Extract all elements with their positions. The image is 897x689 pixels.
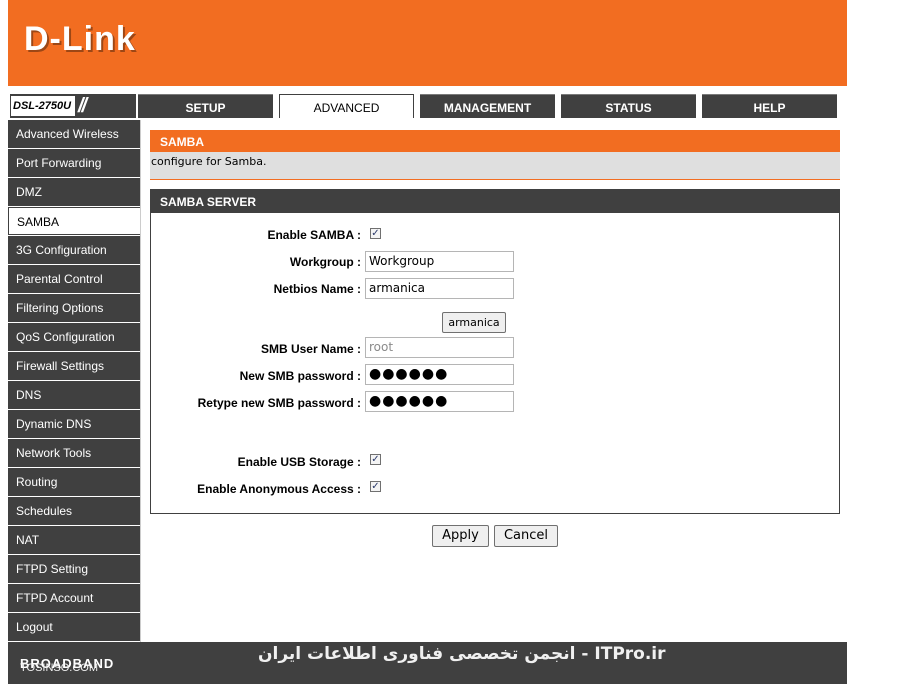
checkmark-icon: ✓	[371, 454, 380, 465]
tab-setup[interactable]: SETUP	[138, 94, 273, 118]
sidebar-item-network-tools[interactable]: Network Tools	[8, 439, 140, 467]
top-nav: DSL-2750U // SETUP ADVANCED MANAGEMENT S…	[8, 86, 847, 120]
enable-usb-storage-checkbox[interactable]: ✓	[370, 454, 381, 465]
router-page: D-Link DSL-2750U // SETUP ADVANCED MANAG…	[8, 0, 847, 689]
footer-bar: BROADBAND TOSINSO.COM انجمن تخصصی فناوری…	[8, 642, 847, 684]
smb-user-label: SMB User Name :	[260, 342, 361, 356]
sidebar-item-samba[interactable]: SAMBA	[8, 207, 140, 235]
watermark-text: انجمن تخصصی فناوری اطلاعات ایران - ITPro…	[258, 644, 666, 664]
samba-server-title: SAMBA SERVER	[151, 190, 839, 213]
main-content: SAMBA configure for Samba. SAMBA SERVER …	[140, 120, 847, 642]
enable-anonymous-access-label: Enable Anonymous Access :	[197, 482, 361, 496]
enable-samba-label: Enable SAMBA :	[267, 228, 361, 242]
sidebar-item-dynamic-dns[interactable]: Dynamic DNS	[8, 410, 140, 438]
sidebar-item-nat[interactable]: NAT	[8, 526, 140, 554]
retype-password-label: Retype new SMB password :	[197, 396, 361, 410]
sidebar-item-qos-configuration[interactable]: QoS Configuration	[8, 323, 140, 351]
sidebar-item-dns[interactable]: DNS	[8, 381, 140, 409]
tab-help[interactable]: HELP	[702, 94, 837, 118]
sidebar-item-advanced-wireless[interactable]: Advanced Wireless	[8, 120, 140, 148]
sidebar-item-parental-control[interactable]: Parental Control	[8, 265, 140, 293]
tab-status[interactable]: STATUS	[561, 94, 696, 118]
new-password-label: New SMB password :	[239, 369, 361, 383]
section-description: configure for Samba.	[150, 152, 840, 180]
samba-server-panel: SAMBA SERVER Enable SAMBA : ✓ Workgroup …	[150, 189, 840, 514]
tab-management[interactable]: MANAGEMENT	[420, 94, 555, 118]
sidebar: Advanced Wireless Port Forwarding DMZ SA…	[8, 120, 140, 642]
sidebar-item-ftpd-setting[interactable]: FTPD Setting	[8, 555, 140, 583]
checkmark-icon: ✓	[371, 228, 380, 239]
tab-advanced[interactable]: ADVANCED	[279, 94, 414, 118]
model-badge: DSL-2750U //	[10, 94, 136, 118]
netbios-name-button[interactable]: armanica	[442, 312, 506, 333]
workgroup-input[interactable]: Workgroup	[365, 251, 514, 272]
cancel-button[interactable]: Cancel	[494, 525, 558, 547]
retype-password-input[interactable]: ●●●●●●	[365, 391, 514, 412]
sidebar-item-filtering-options[interactable]: Filtering Options	[8, 294, 140, 322]
model-slashes: //	[78, 95, 87, 117]
sidebar-item-dmz[interactable]: DMZ	[8, 178, 140, 206]
workgroup-label: Workgroup :	[289, 255, 361, 269]
smb-user-input[interactable]: root	[365, 337, 514, 358]
watermark-site: TOSINSO.COM	[20, 662, 99, 674]
sidebar-item-logout[interactable]: Logout	[8, 613, 140, 641]
sidebar-item-firewall-settings[interactable]: Firewall Settings	[8, 352, 140, 380]
sidebar-item-routing[interactable]: Routing	[8, 468, 140, 496]
netbios-input[interactable]: armanica	[365, 278, 514, 299]
checkmark-icon: ✓	[371, 481, 380, 492]
sidebar-item-3g-configuration[interactable]: 3G Configuration	[8, 236, 140, 264]
sidebar-item-schedules[interactable]: Schedules	[8, 497, 140, 525]
enable-samba-checkbox[interactable]: ✓	[370, 228, 381, 239]
sidebar-item-ftpd-account[interactable]: FTPD Account	[8, 584, 140, 612]
new-password-input[interactable]: ●●●●●●	[365, 364, 514, 385]
sidebar-item-port-forwarding[interactable]: Port Forwarding	[8, 149, 140, 177]
dlink-logo: D-Link	[24, 20, 136, 58]
enable-anonymous-access-checkbox[interactable]: ✓	[370, 481, 381, 492]
enable-usb-storage-label: Enable USB Storage :	[237, 455, 361, 469]
apply-button[interactable]: Apply	[432, 525, 489, 547]
netbios-label: Netbios Name :	[273, 282, 361, 296]
section-title: SAMBA	[150, 130, 840, 152]
header-banner: D-Link	[8, 0, 847, 86]
model-label: DSL-2750U	[11, 96, 75, 116]
